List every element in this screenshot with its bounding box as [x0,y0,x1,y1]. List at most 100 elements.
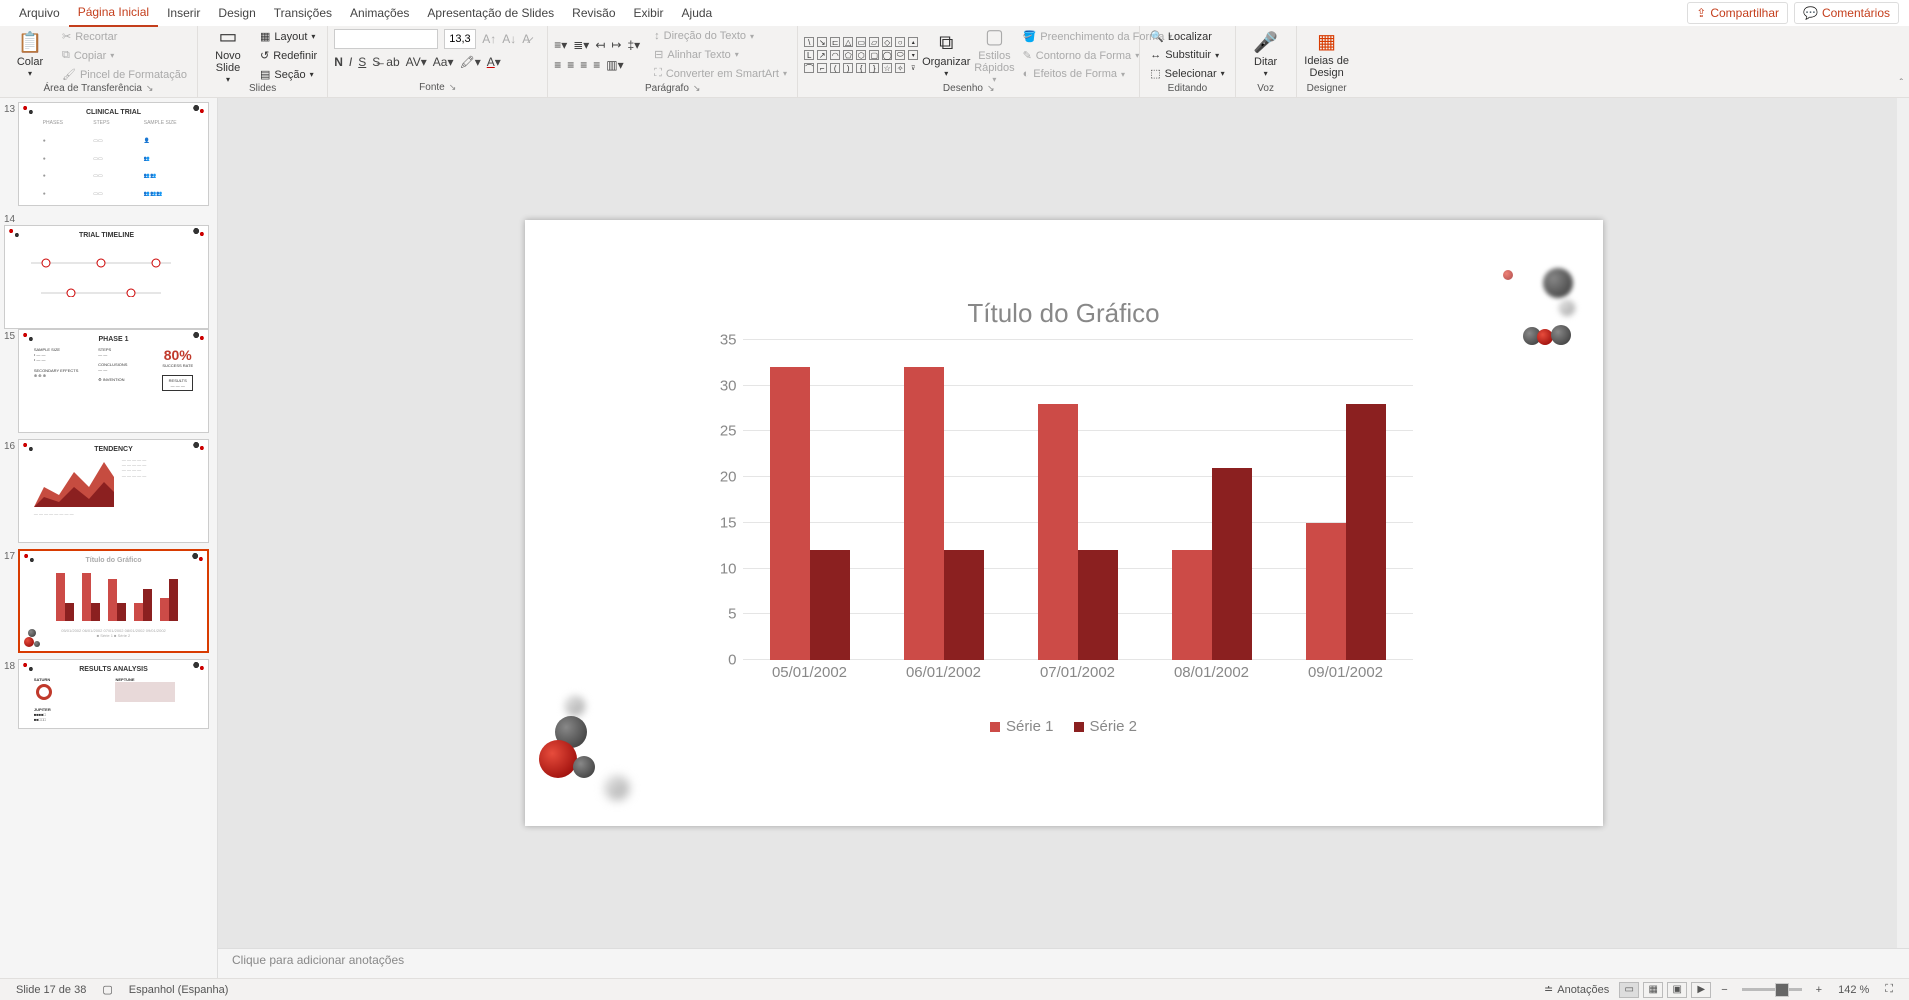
vertical-scrollbar[interactable] [1897,98,1909,948]
ribbon-group-slides: ▭Novo Slide▾ ▦Layout▾ ↺Redefinir ▤Seção▾… [198,26,328,97]
font-size-combo[interactable] [444,29,476,49]
search-icon: 🔍 [1150,30,1164,43]
align-right-icon[interactable]: ≡ [580,58,587,72]
font-color-icon[interactable]: A▾ [487,55,501,69]
chart[interactable]: 05101520253035 05/01/200206/01/200207/01… [703,340,1413,690]
accessibility-icon[interactable]: ▢ [94,983,120,996]
menu-transicoes[interactable]: Transições [265,0,341,26]
arrange-icon: ⧉ [939,32,953,54]
justify-icon[interactable]: ≡ [593,58,600,72]
copy-button[interactable]: ⧉Copiar▾ [58,47,191,64]
italic-icon[interactable]: I [349,55,352,69]
comment-icon: 💬 [1803,6,1818,20]
slide-editor-area: Título do Gráfico 05101520253035 05/01/2… [218,98,1909,978]
decrease-indent-icon[interactable]: ↤ [595,38,605,52]
zoom-level[interactable]: 142 % [1830,984,1877,996]
select-button[interactable]: ⬚Selecionar▾ [1146,65,1228,82]
strike-icon[interactable]: S̶ [372,55,380,69]
bold-icon[interactable]: N [334,55,343,69]
menu-bar: Arquivo Página Inicial Inserir Design Tr… [0,0,1909,26]
new-slide-button[interactable]: ▭Novo Slide▾ [204,29,252,83]
bullets-icon[interactable]: ≡▾ [554,38,567,52]
slide-number-label: 13 [4,102,18,206]
clipboard-launcher-icon[interactable]: ↘ [146,83,154,94]
menu-ajuda[interactable]: Ajuda [673,0,722,26]
numbering-icon[interactable]: ≣▾ [573,38,589,52]
status-bar: Slide 17 de 38 ▢ Espanhol (Espanha) ≐Ano… [0,978,1909,1000]
increase-font-icon[interactable]: A↑ [482,32,496,46]
case-icon[interactable]: Aa▾ [433,55,454,69]
columns-icon[interactable]: ▥▾ [606,58,623,72]
slide-indicator[interactable]: Slide 17 de 38 [8,984,94,996]
menu-inserir[interactable]: Inserir [158,0,209,26]
design-ideas-button[interactable]: ▦Ideias de Design [1303,28,1351,82]
normal-view-button[interactable]: ▭ [1619,982,1639,998]
slide-thumbnail[interactable]: 15 PHASE 1SAMPLE SIZE• — —• — —SECONDARY… [4,329,209,433]
highlight-icon[interactable]: 🖍▾ [459,55,480,69]
zoom-slider[interactable] [1742,988,1802,991]
spacing-icon[interactable]: AV▾ [406,55,427,69]
quick-styles-button[interactable]: ▢Estilos Rápidos▾ [974,28,1014,82]
smartart-button[interactable]: ⛶Converter em SmartArt▾ [650,65,791,82]
text-direction-button[interactable]: ↕Direção do Texto▾ [650,28,791,44]
paragraph-launcher-icon[interactable]: ↘ [693,83,701,94]
section-button[interactable]: ▤Seção▾ [256,66,321,83]
drawing-launcher-icon[interactable]: ↘ [987,83,995,94]
mic-icon: 🎤 [1253,32,1278,54]
reading-view-button[interactable]: ▣ [1667,982,1687,998]
slide-thumbnail[interactable]: 14 TRIAL TIMELINE [4,212,209,329]
align-text-button[interactable]: ⊟Alinhar Texto▾ [650,46,791,63]
shapes-gallery[interactable]: \↘⊏△▭▱◇○▴ L↗◠⬠⬡▢◯⬭▾ ⌒⌐(){}☆✧⊽ [804,37,918,73]
slide-thumbnail[interactable]: 17 Título do Gráfico 05/01/2002 06/01/20… [4,549,209,653]
chart-plot-area [743,340,1413,660]
slide-thumbnails-panel[interactable]: 13 CLINICAL TRIAL PHASESSTEPSSAMPLE SIZE… [0,98,218,978]
shadow-icon[interactable]: ab [386,55,399,69]
language-indicator[interactable]: Espanhol (Espanha) [121,984,237,996]
paste-button[interactable]: 📋Colar▾ [6,29,54,83]
format-painter-button[interactable]: 🖌Pincel de Formatação [58,66,191,83]
notes-toggle[interactable]: ≐Anotações [1536,983,1617,996]
slide-thumbnail[interactable]: 18 RESULTS ANALYSISSATURNNEPTUNEJUPITER■… [4,659,209,729]
slide-thumbnail[interactable]: 13 CLINICAL TRIAL PHASESSTEPSSAMPLE SIZE… [4,102,209,206]
underline-icon[interactable]: S [358,55,366,69]
align-left-icon[interactable]: ≡ [554,58,561,72]
collapse-ribbon-icon[interactable]: ˆ [1900,78,1903,89]
menu-arquivo[interactable]: Arquivo [10,0,69,26]
align-center-icon[interactable]: ≡ [567,58,574,72]
slide-canvas[interactable]: Título do Gráfico 05101520253035 05/01/2… [525,220,1603,826]
menu-apresentacao[interactable]: Apresentação de Slides [418,0,563,26]
layout-icon: ▦ [260,30,270,43]
notes-pane[interactable]: Clique para adicionar anotações [218,948,1909,978]
replace-button[interactable]: ↔Substituir▾ [1146,47,1228,63]
fit-to-window-button[interactable]: ⛶ [1877,983,1901,996]
menu-animacoes[interactable]: Animações [341,0,418,26]
arrange-button[interactable]: ⧉Organizar▾ [922,28,970,82]
menu-exibir[interactable]: Exibir [625,0,673,26]
menu-revisao[interactable]: Revisão [563,0,624,26]
clear-formatting-icon[interactable]: A̷ [522,32,530,46]
reset-button[interactable]: ↺Redefinir [256,47,321,64]
slide-thumbnail[interactable]: 16 TENDENCY— — — — —— — — — —— — — —— — … [4,439,209,543]
find-button[interactable]: 🔍Localizar [1146,28,1228,45]
font-name-combo[interactable] [334,29,438,49]
menu-pagina-inicial[interactable]: Página Inicial [69,0,158,27]
sorter-view-button[interactable]: ▦ [1643,982,1663,998]
cut-button[interactable]: ✂Recortar [58,28,191,45]
ribbon-group-voice: 🎤Ditar▾ Voz [1236,26,1297,97]
menu-design[interactable]: Design [209,0,264,26]
decrease-font-icon[interactable]: A↓ [502,32,516,46]
zoom-in-button[interactable]: + [1808,984,1830,996]
line-spacing-icon[interactable]: ‡▾ [627,38,640,52]
dictate-button[interactable]: 🎤Ditar▾ [1242,28,1290,82]
share-icon: ⇪ [1696,6,1706,20]
main-area: 13 CLINICAL TRIAL PHASESSTEPSSAMPLE SIZE… [0,98,1909,978]
increase-indent-icon[interactable]: ↦ [611,38,621,52]
font-launcher-icon[interactable]: ↘ [449,82,457,93]
share-button[interactable]: ⇪Compartilhar [1687,2,1788,24]
chart-bar [1306,523,1346,660]
slideshow-view-button[interactable]: ▶ [1691,982,1711,998]
zoom-out-button[interactable]: − [1713,984,1735,996]
comments-button[interactable]: 💬Comentários [1794,2,1899,24]
smartart-icon: ⛶ [654,67,662,80]
layout-button[interactable]: ▦Layout▾ [256,28,321,45]
